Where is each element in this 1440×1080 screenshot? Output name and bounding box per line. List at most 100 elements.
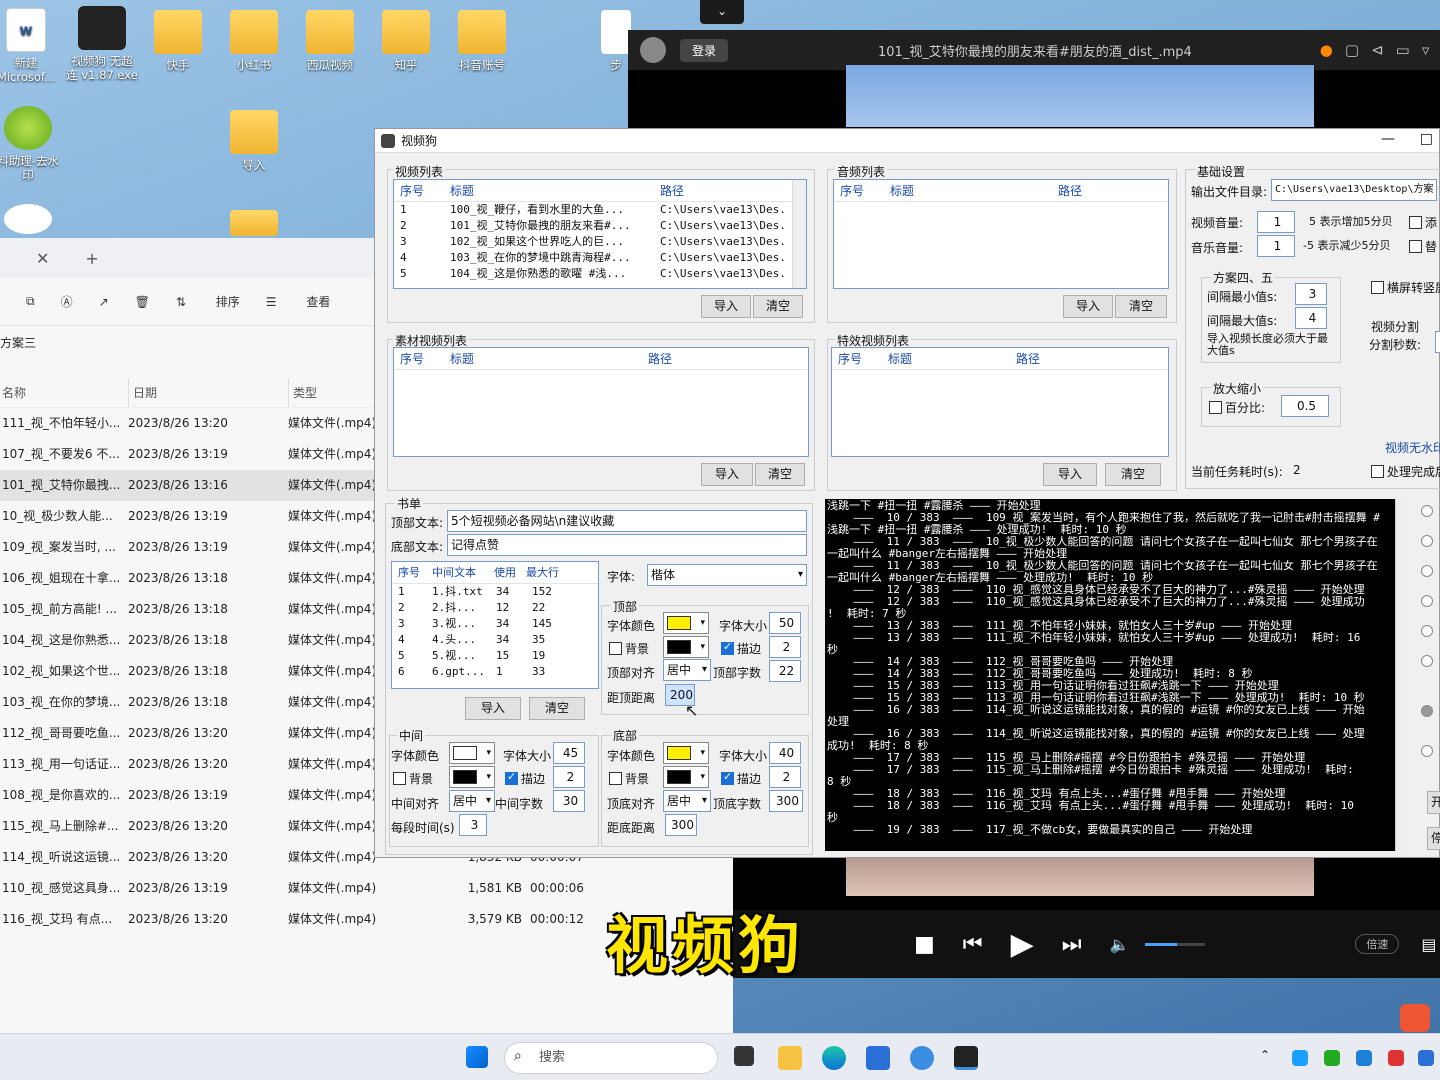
- mid-time-input[interactable]: 3: [459, 814, 487, 836]
- mid-stroke-checkbox[interactable]: [505, 770, 518, 785]
- chat-app-icon[interactable]: [910, 1046, 934, 1070]
- middle-text-list[interactable]: 序号 中间文本 使用 最大行 1 1.抖.txt 34 152 2 2.抖... 12 22 3…: [391, 561, 599, 689]
- middle-text-row[interactable]: 4 4.头... 34 35: [392, 632, 598, 648]
- desktop-icon-import[interactable]: 导入: [218, 110, 290, 172]
- window-icon[interactable]: ▢: [1345, 41, 1359, 59]
- playlist-icon[interactable]: ▤: [1421, 935, 1436, 954]
- pin-icon[interactable]: ⊲: [1371, 41, 1384, 59]
- view-button[interactable]: ☰ 查看: [266, 293, 331, 310]
- desktop-icon-watermark[interactable]: 料助理-去水 印: [0, 106, 64, 182]
- col-title[interactable]: 标题: [438, 348, 648, 369]
- music-volume-input[interactable]: 1: [1257, 235, 1295, 257]
- bot-align-select[interactable]: 居中 ▾: [663, 790, 711, 812]
- video-row[interactable]: 4 103_视_在你的梦境中跳青海程#... C:\Users\vae13\Des.…: [394, 250, 806, 266]
- gamepad-icon[interactable]: ●: [1320, 41, 1333, 59]
- bot-bg-color-picker[interactable]: ▾: [663, 766, 709, 788]
- video-volume-input[interactable]: 1: [1257, 211, 1295, 233]
- tray-app-icon-1[interactable]: [1292, 1050, 1308, 1066]
- col-index[interactable]: 序号: [394, 180, 438, 201]
- middle-text-row[interactable]: 6 6.gpt... 1 33: [392, 664, 598, 680]
- stop-icon[interactable]: ■: [914, 932, 935, 957]
- output-dir-input[interactable]: C:\Users\vae13\Desktop\方案: [1271, 179, 1437, 201]
- col-path[interactable]: 路径: [648, 180, 788, 201]
- bottom-text-input[interactable]: 记得点赞: [447, 534, 807, 556]
- material-clear-button[interactable]: 清空: [755, 463, 805, 486]
- edge-icon[interactable]: [822, 1046, 846, 1070]
- folder-icon[interactable]: ▭: [1396, 41, 1410, 59]
- video-list-scrollbar[interactable]: [792, 180, 806, 288]
- top-size-input[interactable]: 50: [769, 612, 801, 634]
- desktop-icon-folder-dark[interactable]: [218, 210, 290, 240]
- col-index[interactable]: 序号: [394, 348, 438, 369]
- bot-size-input[interactable]: 40: [769, 742, 801, 764]
- stop-button[interactable]: 停: [1427, 827, 1440, 850]
- new-tab-button[interactable]: +: [85, 249, 98, 268]
- option-replace-checkbox[interactable]: [1409, 240, 1422, 253]
- book-clear-button[interactable]: 清空: [529, 697, 585, 720]
- share-icon[interactable]: ↗: [99, 295, 109, 309]
- tray-app-icon-3[interactable]: [1356, 1050, 1372, 1066]
- no-watermark-link[interactable]: 视频无水印: [1385, 439, 1440, 456]
- radio-option-1[interactable]: [1421, 505, 1433, 517]
- top-bg-checkbox[interactable]: [609, 642, 622, 655]
- bot-stroke-checkbox[interactable]: [721, 770, 734, 785]
- radio-option-6[interactable]: [1421, 655, 1433, 667]
- percent-input[interactable]: 0.5: [1281, 395, 1329, 417]
- interval-max-input[interactable]: 4: [1295, 307, 1327, 329]
- tray-app-icon-5[interactable]: [1418, 1050, 1434, 1066]
- col-max-lines[interactable]: 最大行: [526, 562, 576, 583]
- audio-list[interactable]: 序号 标题 路径: [833, 179, 1169, 289]
- desktop-icon-word[interactable]: W 新建 Microsof...: [0, 8, 62, 84]
- processing-log[interactable]: 浅跳一下 #扭一扭 #露腰杀 ——— 开始处理 ——— 10 / 383 ———…: [825, 499, 1395, 851]
- book-import-button[interactable]: 导入: [465, 697, 521, 720]
- col-path[interactable]: 路径: [1016, 348, 1116, 369]
- col-title[interactable]: 标题: [878, 180, 1058, 201]
- percent-checkbox[interactable]: [1209, 401, 1222, 414]
- radio-option-7[interactable]: [1421, 705, 1433, 717]
- sort-button[interactable]: ⇅ 排序: [176, 293, 240, 310]
- log-scrollbar[interactable]: [1395, 499, 1409, 851]
- tray-app-icon-2[interactable]: [1324, 1050, 1340, 1066]
- desktop-icon-xigua[interactable]: 西瓜视频: [294, 10, 366, 72]
- middle-text-row[interactable]: 2 2.抖... 12 22: [392, 600, 598, 616]
- speed-button[interactable]: 倍速: [1355, 934, 1400, 954]
- landscape-checkbox[interactable]: [1371, 281, 1384, 294]
- store-icon[interactable]: [866, 1046, 890, 1070]
- bot-stroke-input[interactable]: 2: [769, 766, 801, 788]
- start-icon[interactable]: [466, 1046, 488, 1068]
- video-row[interactable]: 1 100_视_鞭仔，看到水里的大鱼... C:\Users\vae13\Des..…: [394, 202, 806, 218]
- effect-list[interactable]: 序号 标题 路径: [831, 347, 1169, 457]
- desktop-icon-kuaishou[interactable]: 快手: [142, 10, 214, 72]
- task-view-icon[interactable]: [734, 1046, 754, 1066]
- font-select[interactable]: 楷体 ▾: [647, 564, 807, 586]
- option-add-checkbox[interactable]: [1409, 216, 1422, 229]
- col-title[interactable]: 标题: [438, 180, 648, 201]
- mid-chars-input[interactable]: 30: [553, 790, 585, 812]
- col-title[interactable]: 标题: [876, 348, 1016, 369]
- middle-text-row[interactable]: 5 5.视... 15 19: [392, 648, 598, 664]
- minimize-button[interactable]: —: [1381, 131, 1395, 147]
- tab-close-button[interactable]: ✕: [36, 249, 49, 268]
- volume-icon[interactable]: 🔈: [1110, 935, 1130, 954]
- audio-clear-button[interactable]: 清空: [1115, 295, 1167, 318]
- bot-bg-checkbox[interactable]: [609, 772, 622, 785]
- videodog-taskbar-icon[interactable]: [954, 1046, 978, 1070]
- effect-import-button[interactable]: 导入: [1043, 463, 1097, 486]
- mid-bg-checkbox[interactable]: [393, 772, 406, 785]
- play-icon[interactable]: ▶: [1011, 927, 1034, 962]
- top-align-select[interactable]: 居中 ▾: [663, 659, 711, 681]
- split-seconds-input[interactable]: [1435, 331, 1440, 353]
- top-bg-color-picker[interactable]: ▾: [663, 636, 709, 658]
- mid-size-input[interactable]: 45: [553, 742, 585, 764]
- video-clear-button[interactable]: 清空: [753, 295, 803, 318]
- top-text-input[interactable]: 5个短视频必备网站\n建议收藏: [447, 510, 807, 532]
- col-index[interactable]: 序号: [392, 562, 426, 583]
- rename-icon[interactable]: Ⓐ: [61, 293, 73, 310]
- video-import-button[interactable]: 导入: [701, 295, 751, 318]
- material-list[interactable]: 序号 标题 路径: [393, 347, 809, 457]
- bot-color-picker[interactable]: ▾: [663, 742, 709, 764]
- mid-bg-color-picker[interactable]: ▾: [449, 766, 495, 788]
- material-import-button[interactable]: 导入: [701, 463, 753, 486]
- col-used[interactable]: 使用: [490, 562, 526, 583]
- col-index[interactable]: 序号: [832, 348, 876, 369]
